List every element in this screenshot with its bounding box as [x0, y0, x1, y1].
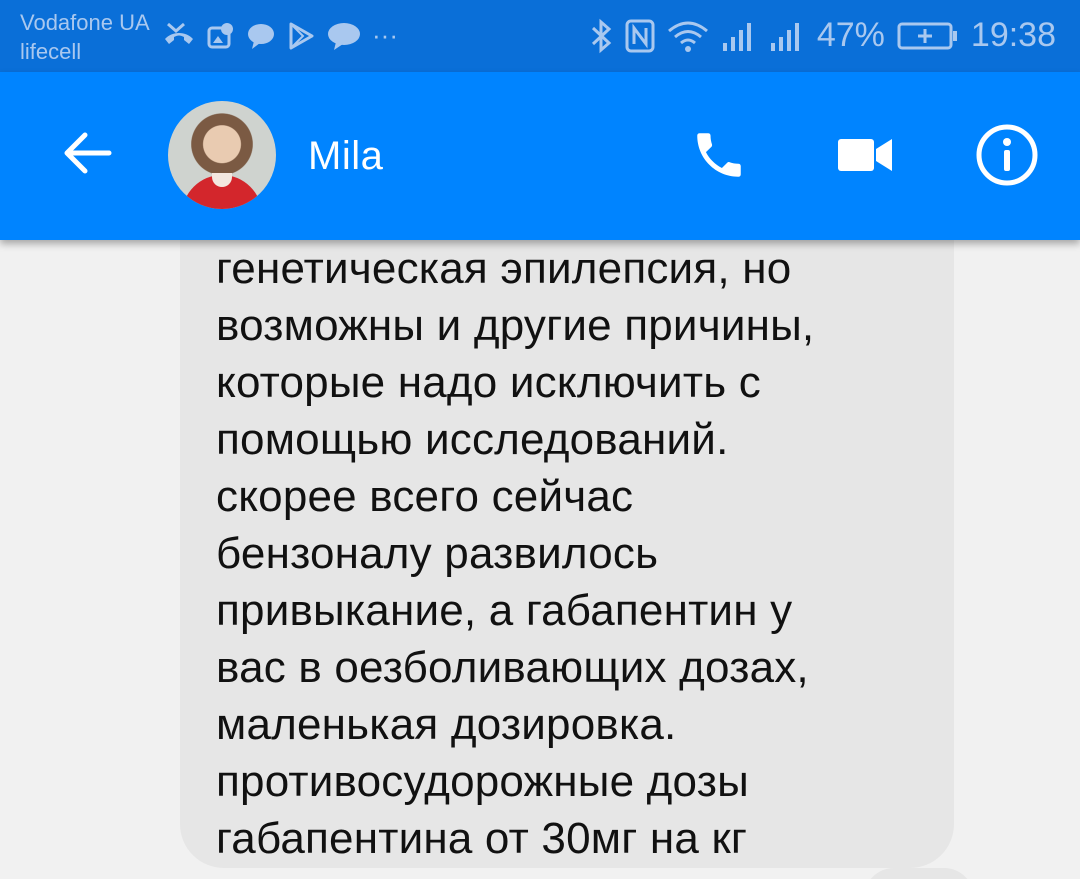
- back-button[interactable]: [52, 120, 122, 190]
- bluetooth-icon: [589, 18, 613, 54]
- message-line: габапентина от 30мг на кг: [216, 814, 748, 863]
- chat-bubble-icon: [246, 22, 276, 50]
- message-line: маленькая дозировка.: [216, 700, 677, 749]
- nfc-icon: [625, 19, 655, 53]
- message-line: привыкание, а габапентин у: [216, 586, 793, 635]
- video-camera-icon: [836, 135, 894, 180]
- conversation-header: Mila: [0, 72, 1080, 240]
- signal-icon-sim1: [721, 19, 757, 53]
- battery-percent: 47%: [816, 16, 885, 54]
- message-line: противосудорожные дозы: [216, 757, 749, 806]
- message-line: возможны и другие причины,: [216, 301, 815, 350]
- play-store-icon: [286, 21, 316, 51]
- more-indicator: ···: [372, 20, 398, 50]
- photo-map-icon: [206, 21, 236, 51]
- voice-call-button[interactable]: [686, 124, 752, 190]
- clock: 19:38: [970, 16, 1056, 54]
- signal-icon-sim2: [769, 19, 805, 53]
- carrier-info: Vodafone UA lifecell: [20, 8, 150, 66]
- arrow-left-icon: [61, 131, 113, 180]
- contact-name[interactable]: Mila: [308, 134, 383, 179]
- chat-bubble-icon: [326, 21, 362, 51]
- message-text: генетическая эпилепсия, но возможны и др…: [216, 240, 936, 867]
- battery-charging-icon: [897, 21, 959, 51]
- message-line: генетическая эпилепсия, но: [216, 244, 792, 293]
- status-bar: Vodafone UA lifecell ··· 47% 19:38: [0, 0, 1080, 72]
- video-call-button[interactable]: [832, 124, 898, 190]
- avatar[interactable]: [168, 101, 276, 209]
- wifi-icon: [667, 19, 709, 53]
- message-line: помощью исследований.: [216, 415, 729, 464]
- carrier-primary: Vodafone UA: [20, 10, 150, 35]
- system-indicators: 47% 19:38: [589, 16, 1056, 55]
- message-line: бензоналу развилось: [216, 529, 659, 578]
- message-line: скорее всего сейчас: [216, 472, 634, 521]
- missed-call-icon: [162, 21, 196, 51]
- conversation-info-button[interactable]: [972, 122, 1042, 192]
- next-message-bubble[interactable]: [864, 868, 974, 879]
- phone-icon: [690, 126, 748, 189]
- carrier-secondary: lifecell: [20, 39, 82, 64]
- info-icon: [975, 123, 1039, 192]
- notification-icons: ···: [162, 20, 398, 51]
- message-line: которые надо исключить с: [216, 358, 761, 407]
- message-thread[interactable]: генетическая эпилепсия, но возможны и др…: [0, 240, 1080, 879]
- message-line: вас в оезболивающих дозах,: [216, 643, 809, 692]
